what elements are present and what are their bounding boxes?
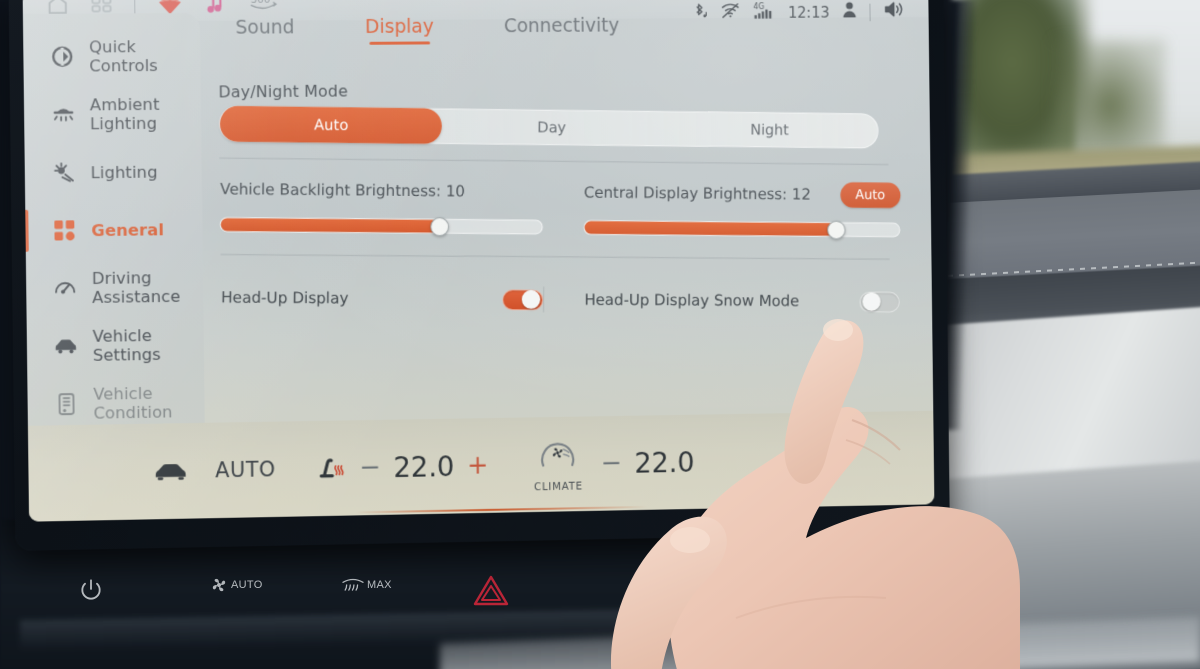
vehicle-condition-icon bbox=[53, 391, 79, 417]
day-night-option-night[interactable]: Night bbox=[661, 111, 878, 149]
quick-controls-icon bbox=[49, 44, 75, 70]
day-night-option-day[interactable]: Day bbox=[442, 108, 661, 146]
central-display-group: Central Display Brightness: 12 Auto bbox=[583, 178, 901, 239]
power-button[interactable] bbox=[78, 577, 104, 608]
climate-label: CLIMATE bbox=[533, 480, 583, 494]
status-bar: 4G 12:13 bbox=[691, 0, 906, 25]
sidebar-item-label: Vehicle Condition bbox=[93, 383, 173, 423]
head-up-display-toggle[interactable] bbox=[501, 288, 543, 310]
driver-temp-increase[interactable]: + bbox=[467, 451, 489, 481]
vehicle-settings-icon bbox=[53, 333, 79, 359]
car-front-icon[interactable] bbox=[154, 459, 188, 483]
climate-auto-label[interactable]: AUTO bbox=[215, 457, 276, 482]
cellular-signal-icon: 4G bbox=[753, 1, 776, 25]
defrost-max-button[interactable]: MAX bbox=[340, 575, 392, 595]
fan-auto-button[interactable]: AUTO bbox=[208, 575, 263, 595]
toggle-knob bbox=[862, 292, 881, 311]
sidebar-item-vehicle-settings[interactable]: Vehicle Settings bbox=[27, 315, 205, 375]
physical-button-row: AUTO MAX bbox=[0, 565, 560, 625]
day-night-option-auto[interactable]: Auto bbox=[219, 105, 442, 144]
section-divider bbox=[219, 157, 889, 166]
toggle-knob bbox=[521, 290, 540, 309]
head-up-display-row: Head-Up Display bbox=[221, 287, 543, 310]
section-divider-2 bbox=[220, 253, 890, 260]
defrost-max-label: MAX bbox=[367, 579, 392, 591]
status-time: 12:13 bbox=[788, 3, 830, 22]
settings-tab-bar: Sound Display Connectivity bbox=[235, 15, 619, 46]
vehicle-backlight-label: Vehicle Backlight Brightness: 10 bbox=[219, 180, 466, 201]
tab-display[interactable]: Display bbox=[365, 16, 434, 45]
volume-icon[interactable] bbox=[883, 0, 906, 24]
sidebar-item-label: Driving Assistance bbox=[91, 268, 181, 307]
music-note-icon[interactable] bbox=[204, 0, 225, 19]
tab-sound[interactable]: Sound bbox=[235, 16, 294, 45]
climate-dial-button[interactable]: CLIMATE bbox=[528, 435, 589, 493]
user-profile-icon[interactable] bbox=[842, 1, 858, 24]
sidebar-item-lighting[interactable]: Lighting bbox=[24, 142, 202, 202]
head-up-display-label: Head-Up Display bbox=[221, 288, 349, 308]
driver-temp-decrease[interactable]: − bbox=[359, 453, 381, 483]
head-up-display-snow-row: Head-Up Display Snow Mode bbox=[584, 289, 900, 313]
tab-connectivity[interactable]: Connectivity bbox=[504, 15, 620, 44]
sidebar-item-ambient-lighting[interactable]: Ambient Lighting bbox=[24, 85, 202, 144]
central-display-auto-button[interactable]: Auto bbox=[840, 182, 901, 209]
sidebar-item-label: General bbox=[91, 219, 165, 240]
climate-bar: AUTO − 22.0 + CLIMATE − 22.0 bbox=[27, 410, 935, 522]
tree-foliage-far bbox=[1055, 40, 1165, 160]
general-grid-icon bbox=[51, 217, 77, 243]
day-night-mode-title: Day/Night Mode bbox=[218, 81, 349, 102]
sidebar-item-general[interactable]: General bbox=[25, 200, 203, 260]
svg-text:4G: 4G bbox=[753, 1, 764, 10]
passenger-temperature[interactable]: 22.0 bbox=[634, 446, 694, 479]
sidebar-item-driving-assistance[interactable]: Driving Assistance bbox=[26, 258, 204, 318]
sidebar-item-quick-controls[interactable]: Quick Controls bbox=[23, 27, 201, 86]
lighting-icon bbox=[51, 159, 77, 185]
hazard-button[interactable] bbox=[470, 571, 512, 616]
computer-use-screenshot: AUTO MAX 360° Quick Controls Ambient Lig… bbox=[0, 0, 1200, 669]
vehicle-backlight-slider[interactable] bbox=[219, 216, 543, 236]
settings-sidebar: Quick Controls Ambient Lighting Lighting… bbox=[22, 12, 205, 426]
bluetooth-audio-icon[interactable] bbox=[691, 1, 708, 25]
head-up-display-snow-label: Head-Up Display Snow Mode bbox=[584, 290, 800, 310]
passenger-temp-decrease[interactable]: − bbox=[601, 448, 622, 478]
slider-knob[interactable] bbox=[430, 216, 450, 236]
ambient-lighting-icon bbox=[50, 101, 76, 127]
slider-fill bbox=[220, 218, 440, 233]
driving-assistance-icon bbox=[52, 275, 78, 301]
sidebar-item-label: Vehicle Settings bbox=[92, 326, 161, 365]
infotainment-screen: 360° Quick Controls Ambient Lighting Lig… bbox=[8, 0, 950, 551]
central-display-label: Central Display Brightness: 12 bbox=[583, 183, 811, 204]
head-up-display-section: Head-Up Display Head-Up Display Snow Mod… bbox=[221, 285, 900, 315]
driver-temperature[interactable]: 22.0 bbox=[393, 450, 454, 484]
sidebar-item-label: Lighting bbox=[90, 162, 158, 182]
head-up-display-snow-toggle[interactable] bbox=[859, 291, 900, 313]
day-night-mode-segmented-control: Auto Day Night bbox=[218, 105, 879, 149]
sidebar-item-label: Ambient Lighting bbox=[89, 94, 160, 134]
display-settings-content: Day/Night Mode Auto Day Night Vehicle Ba… bbox=[218, 78, 901, 318]
fan-auto-label: AUTO bbox=[231, 579, 263, 591]
slider-knob[interactable] bbox=[827, 220, 846, 239]
vehicle-backlight-group: Vehicle Backlight Brightness: 10 bbox=[219, 174, 543, 236]
sidebar-item-label: Quick Controls bbox=[88, 37, 158, 76]
heated-seat-icon[interactable] bbox=[313, 455, 347, 481]
status-divider bbox=[869, 3, 871, 21]
slider-fill bbox=[584, 221, 837, 236]
wifi-off-icon[interactable] bbox=[720, 1, 740, 24]
screen-panel: 360° Quick Controls Ambient Lighting Lig… bbox=[22, 0, 935, 522]
central-display-slider[interactable] bbox=[583, 220, 901, 239]
toggle-divider bbox=[542, 286, 544, 313]
brightness-section: Vehicle Backlight Brightness: 10 Central… bbox=[219, 174, 901, 239]
